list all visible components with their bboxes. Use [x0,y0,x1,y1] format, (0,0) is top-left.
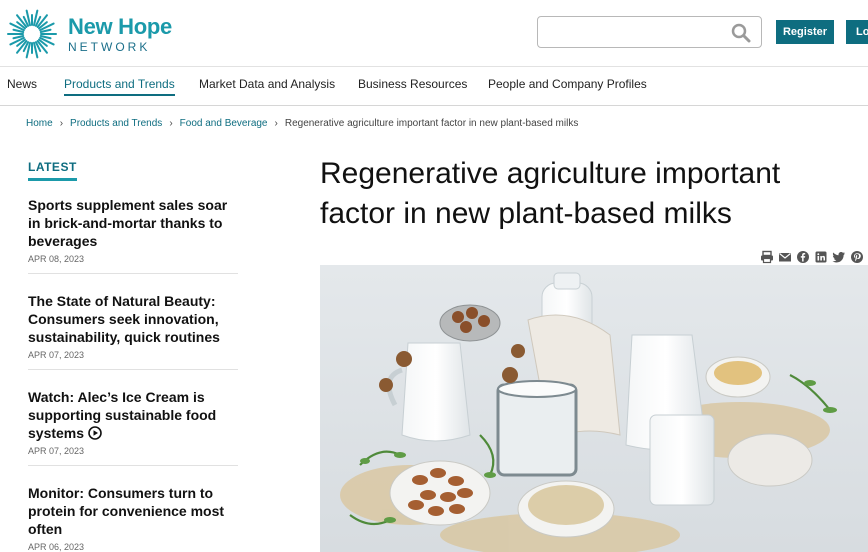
nav-item-business-resources[interactable]: Business Resources [358,77,467,91]
logo-name: New Hope [68,13,172,39]
nav-item-news[interactable]: News [7,77,37,91]
article-title: Regenerative agriculture important facto… [320,157,781,230]
divider [28,465,238,466]
story-date: APR 07, 2023 [28,350,85,360]
chevron-right-icon: › [59,118,64,129]
pinterest-icon[interactable] [850,250,864,264]
logo-subname: NETWORK [68,39,151,54]
latest-story[interactable]: Monitor: Consumers turn to protein for c… [28,484,238,552]
breadcrumb-home[interactable]: Home [26,118,53,129]
latest-story[interactable]: The State of Natural Beauty: Consumers s… [28,292,238,370]
story-date: APR 06, 2023 [28,542,85,552]
site-header: New Hope NETWORK Register Log [0,0,868,66]
register-button[interactable]: Register [776,20,834,44]
story-title[interactable]: Monitor: Consumers turn to protein for c… [28,484,238,538]
site-logo[interactable]: New Hope NETWORK [6,8,172,60]
share-toolbar [760,250,864,264]
main-nav: News Products and Trends Market Data and… [0,66,868,106]
latest-story[interactable]: Watch: Alec’s Ice Cream is supporting su… [28,388,238,466]
latest-story[interactable]: Sports supplement sales soar in brick-an… [28,196,238,274]
story-date: APR 08, 2023 [28,254,85,264]
divider [28,273,238,274]
nav-item-products-and-trends[interactable]: Products and Trends [64,77,175,96]
search-input[interactable] [538,17,718,47]
play-video-icon [88,426,102,440]
logo-burst-icon [7,9,57,59]
print-icon[interactable] [760,250,774,264]
search-icon[interactable] [731,23,751,43]
breadcrumb-food-and-beverage[interactable]: Food and Beverage [180,118,268,129]
divider [28,369,238,370]
twitter-icon[interactable] [832,250,846,264]
login-button[interactable]: Log [846,20,868,44]
nav-item-market-data[interactable]: Market Data and Analysis [199,77,335,91]
breadcrumb-current: Regenerative agriculture important facto… [284,118,579,129]
search-box [537,16,762,48]
facebook-icon[interactable] [796,250,810,264]
story-title-wrap[interactable]: Watch: Alec’s Ice Cream is supporting su… [28,388,238,442]
chevron-right-icon: › [169,118,173,129]
plant-based-milks-photo [320,265,868,552]
nav-item-people-and-company-profiles[interactable]: People and Company Profiles [488,77,647,91]
story-date: APR 07, 2023 [28,446,85,456]
linkedin-icon[interactable] [814,250,828,264]
story-title[interactable]: The State of Natural Beauty: Consumers s… [28,292,238,346]
article-hero-image [320,265,868,552]
latest-heading: LATEST [28,160,77,181]
breadcrumb-products-and-trends[interactable]: Products and Trends [70,118,162,129]
breadcrumb: Home › Products and Trends › Food and Bevera… [26,118,578,129]
email-icon[interactable] [778,250,792,264]
story-title[interactable]: Sports supplement sales soar in brick-an… [28,196,238,250]
chevron-right-icon: › [274,118,278,129]
story-title[interactable]: Watch: Alec’s Ice Cream is supporting su… [28,389,216,441]
